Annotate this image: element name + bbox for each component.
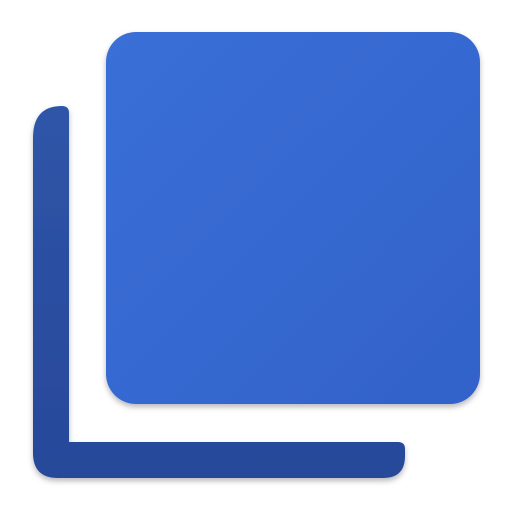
layers-icon — [33, 32, 480, 478]
app-icon-canvas — [0, 0, 512, 512]
front-layer-shape — [106, 32, 480, 404]
